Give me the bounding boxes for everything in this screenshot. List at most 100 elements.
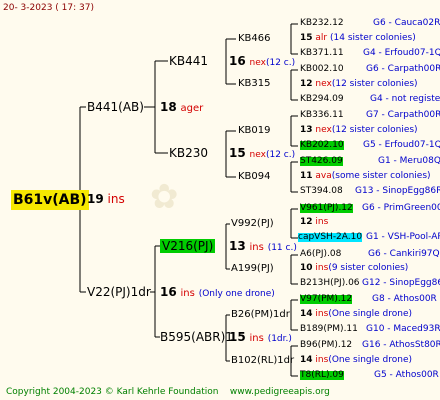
gen4-top-info: G7 - Carpath00R <box>366 110 440 120</box>
root-queen-info: 19 ins <box>87 193 125 205</box>
gen4-extra: (14 sister colonies) <box>330 33 416 43</box>
gen4-bot-name[interactable]: B213H(PJ).06 <box>300 279 360 288</box>
ff-extra: (12 c.) <box>265 58 296 68</box>
gen4-bot-info: G1 - VSH-Pool-AR <box>366 232 440 242</box>
gen4-bot-name[interactable]: KB371.11 <box>300 49 344 58</box>
gen4-extra: (12 sister colonies) <box>331 79 418 89</box>
site-link[interactable]: www.pedigreeapis.org <box>230 387 330 397</box>
father-num: 18 <box>160 100 177 114</box>
gen4-note: ins <box>315 355 329 365</box>
gen4-extra: (One single drone) <box>328 309 412 319</box>
fm-note: nex <box>249 150 266 160</box>
gen4-note: ava <box>315 171 332 181</box>
ff-note: nex <box>249 58 266 68</box>
gen4-mid: 10 ins(9 sister colonies) <box>300 264 408 273</box>
gen4-bot-info: G4 - not registe <box>370 94 440 104</box>
copyright-text: Copyright 2004-2023 © Karl Kehrle Founda… <box>6 388 330 397</box>
mother-info: 16 ins (Only one drone) <box>160 286 275 299</box>
gen4-note: nex <box>315 79 332 89</box>
gen4-top-info: G6 - Cankiri97Q <box>368 249 440 259</box>
father-info: 18 ager <box>160 101 203 114</box>
mother-extra: (Only one drone) <box>198 289 275 299</box>
gen4-bot-info: G4 - Erfoud07-1Q <box>363 48 440 58</box>
root-note: ins <box>107 192 125 206</box>
gen3-name[interactable]: KB094 <box>238 172 271 182</box>
root-queen[interactable]: B61v(AB) <box>11 190 89 210</box>
fm-extra: (12 c.) <box>265 150 296 160</box>
gen4-note: ins <box>315 217 329 227</box>
mother-num: 16 <box>160 285 177 299</box>
fm-name[interactable]: KB230 <box>169 147 208 159</box>
gen4-num: 14 <box>300 309 313 319</box>
gen4-top-name[interactable]: B96(PM).12 <box>300 341 352 350</box>
gen4-bot-name[interactable]: ST394.08 <box>300 187 343 196</box>
gen4-top-info: G6 - Cauca02R <box>373 18 440 28</box>
gen4-num: 15 <box>300 33 313 43</box>
gen4-top-info: G6 - Carpath00R <box>366 64 440 74</box>
gen4-extra: (9 sister colonies) <box>328 263 409 273</box>
gen4-num: 11 <box>300 171 313 181</box>
mf-name[interactable]: V216(PJ) <box>160 239 216 253</box>
gen4-top-name[interactable]: A6(PJ).08 <box>300 250 341 259</box>
gen4-extra: (some sister colonies) <box>331 171 431 181</box>
gen4-mid: 12 ins <box>300 218 328 227</box>
gen4-top-info: G16 - AthosSt80R <box>362 340 440 350</box>
gen4-top-info: G8 - Athos00R <box>372 294 437 304</box>
gen4-num: 13 <box>300 125 313 135</box>
gen4-bot-name[interactable]: KB294.09 <box>300 95 344 104</box>
mf-num: 13 <box>229 239 246 253</box>
gen3-name[interactable]: V992(PJ) <box>231 219 274 229</box>
mother-name[interactable]: V22(PJ)1dr <box>87 286 151 298</box>
gen4-bot-info: G12 - SinopEgg86R <box>362 278 440 288</box>
gen4-bot-info: G5 - Erfoud07-1Q <box>363 140 440 150</box>
gen3-name[interactable]: KB466 <box>238 34 271 44</box>
mm-note: ins <box>249 333 264 344</box>
root-queen-name: B61v(AB) <box>11 190 89 210</box>
gen4-bot-name[interactable]: KB202.10 <box>300 141 344 150</box>
gen4-bot-info: G13 - SinopEgg86R <box>355 186 440 196</box>
gen4-bot-name[interactable]: T8(RL).09 <box>300 371 344 380</box>
gen4-top-name[interactable]: V961(PJ).12 <box>300 204 353 213</box>
mm-num: 15 <box>229 330 246 344</box>
gen4-num: 10 <box>300 263 313 273</box>
fm-num: 15 <box>229 146 246 160</box>
mm-name[interactable]: B595(ABR)1 <box>160 331 233 343</box>
gen4-mid: 12 nex(12 sister colonies) <box>300 80 418 89</box>
gen4-note: ins <box>315 309 329 319</box>
gen4-bot-name[interactable]: capVSH-2A.10 <box>298 233 363 242</box>
ff-info: 16 nex(12 c.) <box>229 55 295 68</box>
gen4-note: nex <box>315 125 332 135</box>
mf-info: 13 ins (11 c.) <box>229 240 297 253</box>
root-num: 19 <box>87 192 104 206</box>
gen3-name[interactable]: B26(PM)1dr <box>231 310 290 320</box>
gen4-top-name[interactable]: KB336.11 <box>300 111 344 120</box>
father-name[interactable]: B441(AB) <box>87 101 144 113</box>
ff-num: 16 <box>229 54 246 68</box>
ff-name[interactable]: KB441 <box>169 55 208 67</box>
mm-info: 15 ins (1dr.) <box>229 331 292 344</box>
gen3-name[interactable]: A199(PJ) <box>231 264 274 274</box>
gen3-name[interactable]: B102(RL)1dr <box>231 356 294 366</box>
gen4-bot-info: G5 - Athos00R <box>374 370 439 380</box>
gen4-note: ins <box>315 263 329 273</box>
gen4-top-name[interactable]: KB002.10 <box>300 65 344 74</box>
mf-note: ins <box>249 242 264 253</box>
gen3-name[interactable]: KB315 <box>238 79 271 89</box>
fm-info: 15 nex(12 c.) <box>229 147 295 160</box>
gen4-mid: 13 nex(12 sister colonies) <box>300 126 418 135</box>
gen4-num: 14 <box>300 355 313 365</box>
gen4-bot-info: G10 - Maced93R <box>366 324 440 334</box>
gen4-bot-name[interactable]: B189(PM).11 <box>300 325 358 334</box>
gen4-extra: (12 sister colonies) <box>331 125 418 135</box>
copyright-holder: Copyright 2004-2023 © Karl Kehrle Founda… <box>6 387 219 397</box>
gen4-mid: 15 alr (14 sister colonies) <box>300 34 416 43</box>
gen4-num: 12 <box>300 217 313 227</box>
gen4-top-info: G1 - Meru08Q <box>378 156 440 166</box>
gen3-name[interactable]: KB019 <box>238 126 271 136</box>
gen4-mid: 14 ins(One single drone) <box>300 356 412 365</box>
gen4-top-name[interactable]: KB232.12 <box>300 19 344 28</box>
mother-note: ins <box>180 288 195 299</box>
gen4-top-name[interactable]: ST426.09 <box>300 157 343 166</box>
gen4-top-name[interactable]: V97(PM).12 <box>300 295 353 304</box>
gen4-note: alr <box>315 33 328 43</box>
